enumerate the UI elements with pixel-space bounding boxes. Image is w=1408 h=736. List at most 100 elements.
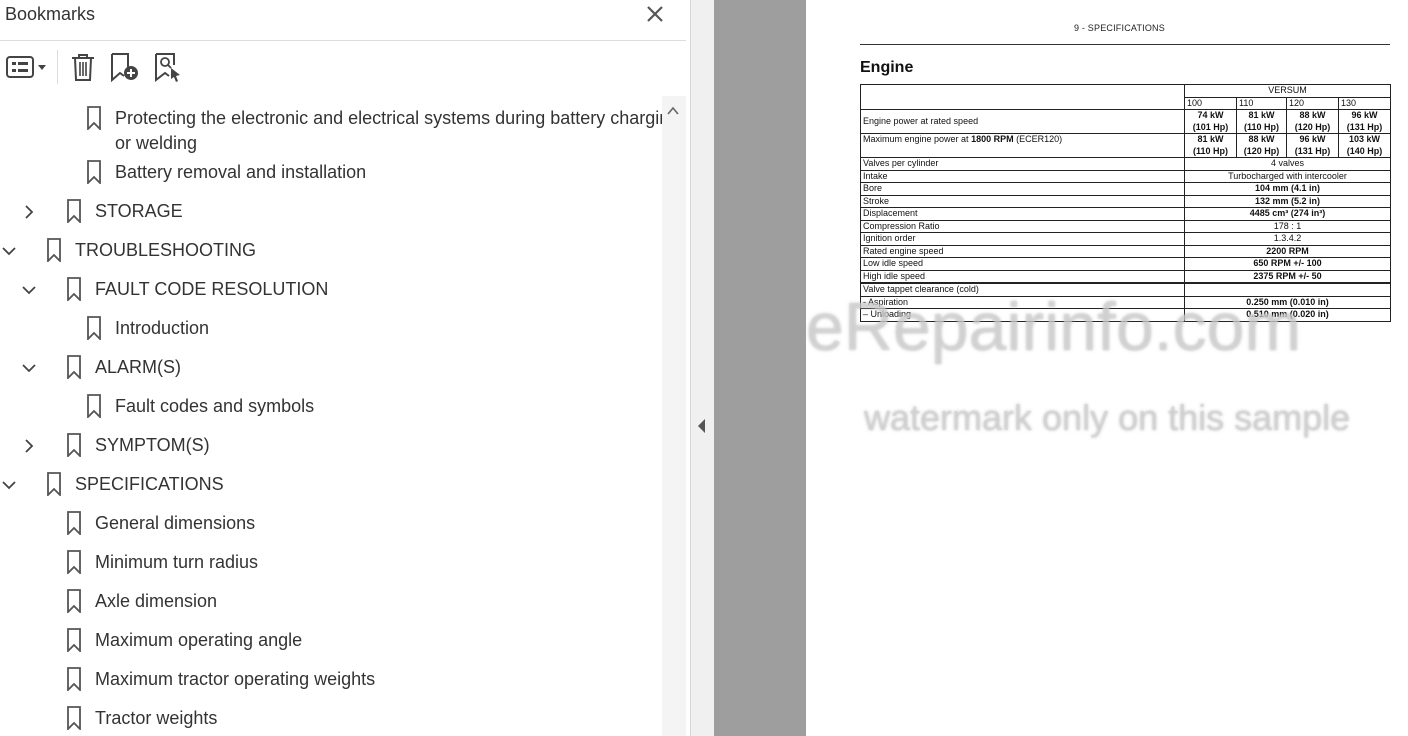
value-cell: Turbocharged with intercooler [1183, 169, 1392, 183]
row-label-cell: Maximum engine power at 1800 RPM (ECER12… [860, 133, 1185, 158]
table-row: Intake Turbocharged with intercooler [860, 169, 1392, 183]
bookmark-label: Tractor weights [95, 708, 218, 728]
bookmark-item[interactable]: ALARM(S) [0, 353, 660, 387]
collapse-panel-icon[interactable] [697, 418, 707, 434]
table-row: Bore 104 mm (4.1 in) [860, 182, 1392, 196]
bookmark-item[interactable]: FAULT CODE RESOLUTION [0, 275, 660, 309]
value-kw: 74 kW [1197, 110, 1224, 121]
row-label-cell: Displacement [860, 207, 1185, 221]
bookmark-item[interactable]: Protecting the electronic and electrical… [0, 104, 662, 156]
row-label: Maximum engine power at [863, 134, 972, 145]
bookmark-item[interactable]: SPECIFICATIONS [0, 470, 660, 504]
bookmark-item[interactable]: Maximum tractor operating weights [0, 665, 660, 699]
row-label-cell: Bore [860, 182, 1185, 196]
watermark-text: eRepairinfo.com [806, 289, 1302, 365]
value-cell: 2200 RPM [1183, 244, 1392, 258]
table-row: Stroke 132 mm (5.2 in) [860, 194, 1392, 208]
bookmark-item[interactable]: Fault codes and symbols [0, 392, 660, 426]
scroll-up-icon[interactable] [666, 104, 680, 118]
bookmark-item[interactable]: SYMPTOM(S) [0, 431, 660, 465]
value-cell: 88 kW (120 Hp) [1236, 133, 1287, 158]
table-row: Low idle speed 650 RPM +/- 100 [860, 257, 1392, 271]
bookmark-label: TROUBLESHOOTING [75, 240, 257, 260]
bookmark-icon [67, 433, 81, 457]
table-row: Rated engine speed 2200 RPM [860, 244, 1392, 258]
value-cell: 2375 RPM +/- 50 [1183, 269, 1392, 284]
engine-spec-table: VERSUM 100 110 120 130 Engine power at rated … [860, 84, 1392, 322]
value-kw: 88 kW [1299, 110, 1326, 121]
bookmark-icon [67, 511, 81, 535]
table-row: Ignition order 1.3.4.2 [860, 232, 1392, 246]
row-label-cell: Low idle speed [860, 257, 1185, 271]
bookmark-add-icon[interactable] [108, 51, 142, 83]
row-label-emphasis: 1800 RPM [971, 134, 1014, 145]
close-icon[interactable] [642, 1, 668, 27]
bookmark-label-continued: or welding [115, 133, 198, 153]
bookmark-item[interactable]: STORAGE [0, 197, 660, 231]
table-header-row: VERSUM [860, 84, 1392, 110]
value-hp: (120 Hp) [1243, 145, 1280, 156]
bookmark-icon [67, 628, 81, 652]
value-hp: (110 Hp) [1192, 145, 1228, 156]
bookmark-item[interactable]: TROUBLESHOOTING [0, 236, 660, 270]
bookmark-label: General dimensions [95, 513, 256, 533]
bookmark-label: FAULT CODE RESOLUTION [95, 279, 329, 299]
bookmark-item[interactable]: Battery removal and installation [0, 158, 660, 192]
bookmark-item[interactable]: Tractor weights [0, 704, 660, 736]
row-label-cell: Ignition order [860, 232, 1185, 246]
value-cell: 650 RPM +/- 100 [1183, 257, 1392, 271]
trash-icon[interactable] [68, 51, 98, 83]
value-cell: 132 mm (5.2 in) [1183, 194, 1392, 208]
bookmark-item[interactable]: Maximum operating angle [0, 626, 660, 660]
table-row: Maximum engine power at 1800 RPM (ECER12… [860, 133, 1392, 158]
bookmark-icon [67, 199, 81, 223]
document-page: 9 - SPECIFICATIONS Engine VERSUM 100 110 12… [806, 0, 1408, 736]
model-header-cell: 120 [1286, 96, 1339, 110]
list-options-icon[interactable] [5, 51, 47, 83]
bookmark-item[interactable]: Axle dimension [0, 587, 660, 621]
value-cell: 103 kW (140 Hp) [1337, 133, 1392, 158]
table-corner-cell [860, 84, 1185, 110]
value-kw: 96 kW [1299, 134, 1326, 145]
chevron-down-icon[interactable] [0, 470, 18, 504]
bookmark-icon [67, 277, 81, 301]
value-cell: 178 : 1 [1183, 219, 1392, 233]
bookmark-icon [67, 706, 81, 730]
bookmark-icon [67, 550, 81, 574]
table-row: Displacement 4485 cm³ (274 in³) [860, 207, 1392, 221]
value-hp: (110 Hp) [1243, 121, 1279, 132]
chevron-right-icon[interactable] [20, 431, 38, 465]
chevron-down-icon[interactable] [20, 353, 38, 387]
value-cell: 4485 cm³ (274 in³) [1183, 207, 1392, 221]
bookmark-label: Battery removal and installation [115, 162, 367, 182]
value-kw: 103 kW [1348, 134, 1381, 145]
panel-splitter[interactable] [690, 0, 714, 736]
row-label-cell: Intake [860, 169, 1185, 183]
bookmark-label: SPECIFICATIONS [75, 474, 224, 494]
bookmark-search-icon[interactable] [152, 51, 186, 83]
model-header-cell: 110 [1236, 96, 1287, 110]
chevron-down-icon[interactable] [20, 275, 38, 309]
chevron-right-icon[interactable] [20, 197, 38, 231]
section-title: Engine [860, 59, 914, 76]
bookmark-item[interactable]: Minimum turn radius [0, 548, 660, 582]
bookmark-label: Introduction [115, 318, 210, 338]
value-cell: 81 kW (110 Hp) [1184, 133, 1237, 158]
bookmark-label: Fault codes and symbols [115, 396, 315, 416]
scrollbar[interactable] [662, 96, 686, 736]
page-header: 9 - SPECIFICATIONS [1074, 23, 1165, 33]
bookmark-item[interactable]: General dimensions [0, 509, 660, 543]
chevron-down-icon[interactable] [0, 236, 18, 270]
group-header-cell: VERSUM [1183, 84, 1392, 98]
bookmark-icon [47, 238, 61, 262]
value-cell: 4 valves [1183, 157, 1392, 171]
table-row: Engine power at rated speed 74 kW (101 Hp)… [860, 109, 1392, 134]
divider [0, 40, 686, 41]
bookmark-icon [87, 316, 101, 340]
bookmark-icon [87, 106, 101, 130]
value-cell: 96 kW (131 Hp) [1286, 133, 1339, 158]
bookmark-item[interactable]: Introduction [0, 314, 660, 348]
row-label-suffix: (ECER120) [1013, 134, 1063, 145]
row-label-cell: Compression Ratio [860, 219, 1185, 233]
bookmark-tree[interactable]: Protecting the electronic and electrical… [0, 96, 662, 736]
